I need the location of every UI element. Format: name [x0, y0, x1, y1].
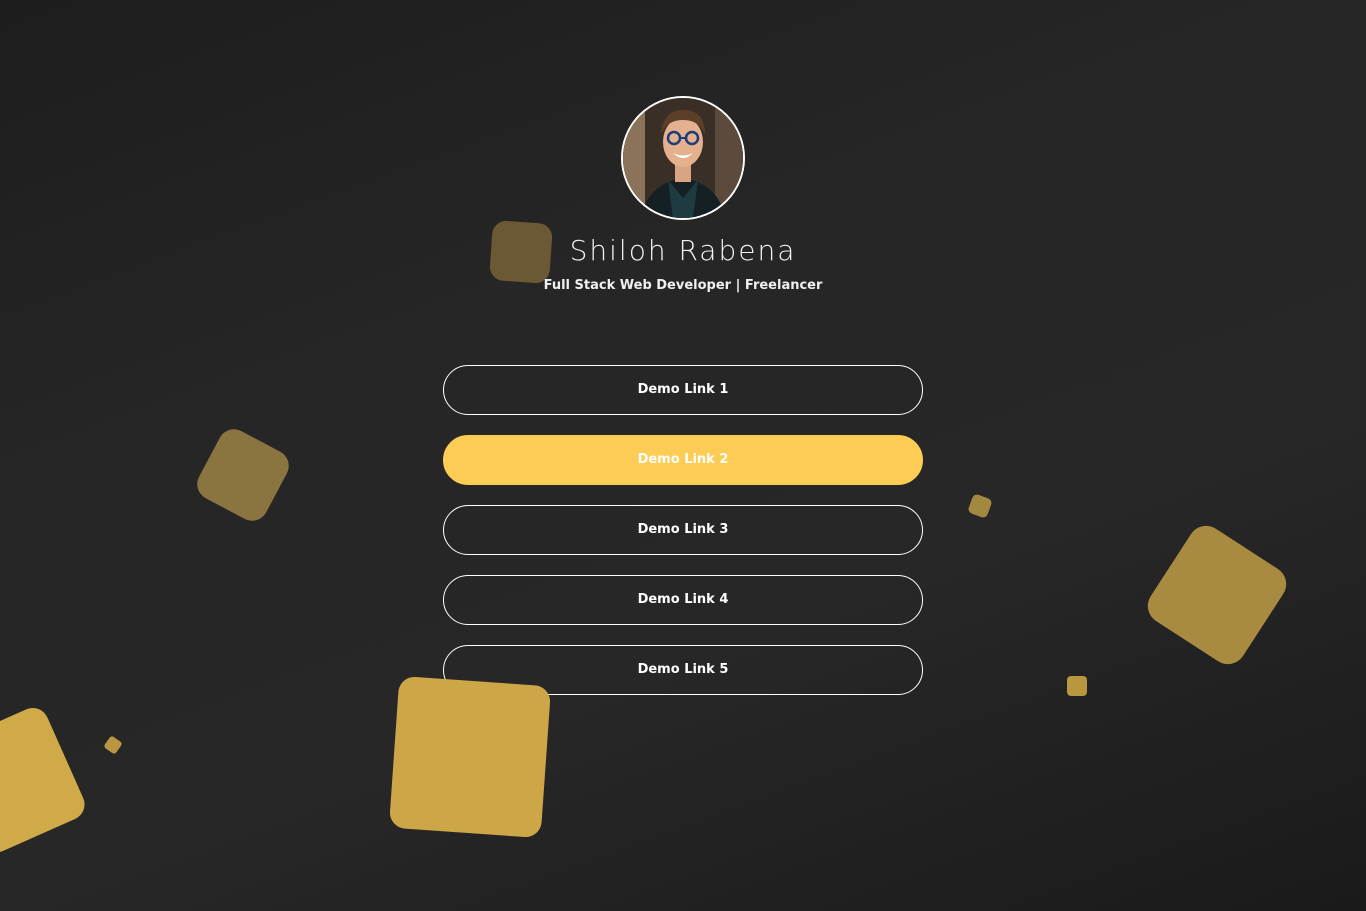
decorative-square: [388, 675, 552, 839]
profile-tagline: Full Stack Web Developer | Freelancer: [543, 278, 823, 293]
profile-name: Shiloh Rabena: [569, 234, 797, 267]
avatar-photo: [623, 98, 743, 218]
avatar: [621, 96, 745, 220]
decorative-square: [1140, 518, 1294, 672]
decorative-square: [1067, 676, 1087, 696]
decorative-square: [103, 735, 123, 755]
decorative-square: [0, 702, 90, 858]
link-button-3[interactable]: Demo Link 3: [443, 505, 923, 555]
decorative-square: [191, 423, 295, 527]
link-button-1[interactable]: Demo Link 1: [443, 365, 923, 415]
decorative-square: [967, 493, 993, 519]
link-list: Demo Link 1 Demo Link 2 Demo Link 3 Demo…: [443, 365, 923, 715]
link-button-4[interactable]: Demo Link 4: [443, 575, 923, 625]
link-button-2[interactable]: Demo Link 2: [443, 435, 923, 485]
